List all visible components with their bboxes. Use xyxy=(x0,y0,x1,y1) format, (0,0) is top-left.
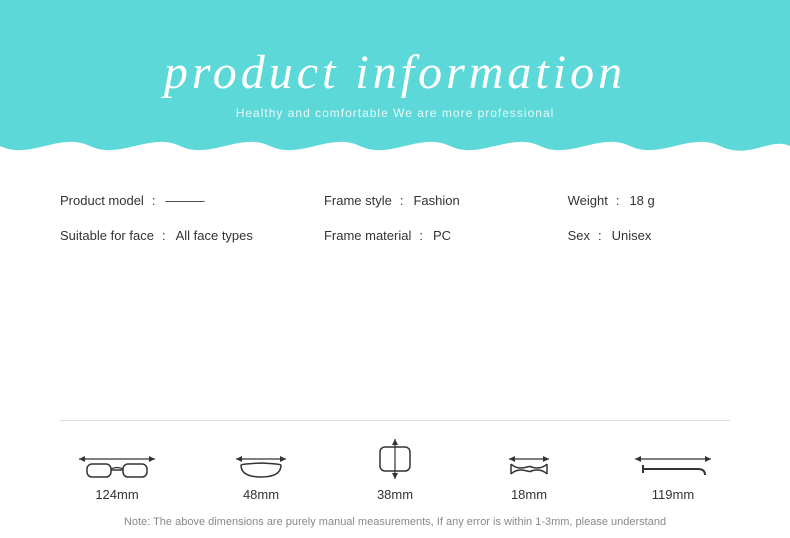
info-frame-style: Frame style : Fashion xyxy=(324,193,568,208)
dim-item-38: 38mm xyxy=(365,437,425,502)
dim-item-124: 124mm xyxy=(77,437,157,502)
dim-item-18: 18mm xyxy=(499,437,559,502)
dim-item-119: 119mm xyxy=(633,437,713,502)
dim-icon-bridge xyxy=(499,437,559,481)
dim-value-119: 119mm xyxy=(652,487,694,502)
info-sex: Sex : Unisex xyxy=(568,228,730,243)
note-text: Note: The above dimensions are purely ma… xyxy=(60,516,730,528)
dim-value-18: 18mm xyxy=(511,487,547,502)
info-row-2: Suitable for face : All face types Frame… xyxy=(60,228,730,243)
info-product-model: Product model : ——— xyxy=(60,193,324,208)
dim-icon-temple xyxy=(633,437,713,481)
dimensions-section: 124mm 48mm xyxy=(0,421,790,512)
info-weight: Weight : 18 g xyxy=(568,193,730,208)
page-title: product information xyxy=(164,45,626,100)
info-section: Product model : ——— Frame style : Fashio… xyxy=(0,165,790,410)
dim-icon-width xyxy=(77,437,157,481)
info-frame-material: Frame material : PC xyxy=(324,228,568,243)
dim-value-124: 124mm xyxy=(95,487,138,502)
page-wrapper: product information Healthy and comforta… xyxy=(0,0,790,538)
dim-icon-lens-height xyxy=(365,437,425,481)
wave-decoration xyxy=(0,127,790,165)
dim-icon-lens-width xyxy=(231,437,291,481)
note-section: Note: The above dimensions are purely ma… xyxy=(0,512,790,538)
info-face-type: Suitable for face : All face types xyxy=(60,228,324,243)
info-row-1: Product model : ——— Frame style : Fashio… xyxy=(60,193,730,208)
dim-value-48: 48mm xyxy=(243,487,279,502)
dim-value-38: 38mm xyxy=(377,487,413,502)
dim-item-48: 48mm xyxy=(231,437,291,502)
header-subtitle: Healthy and comfortable We are more prof… xyxy=(236,106,555,120)
header-section: product information Healthy and comforta… xyxy=(0,0,790,165)
